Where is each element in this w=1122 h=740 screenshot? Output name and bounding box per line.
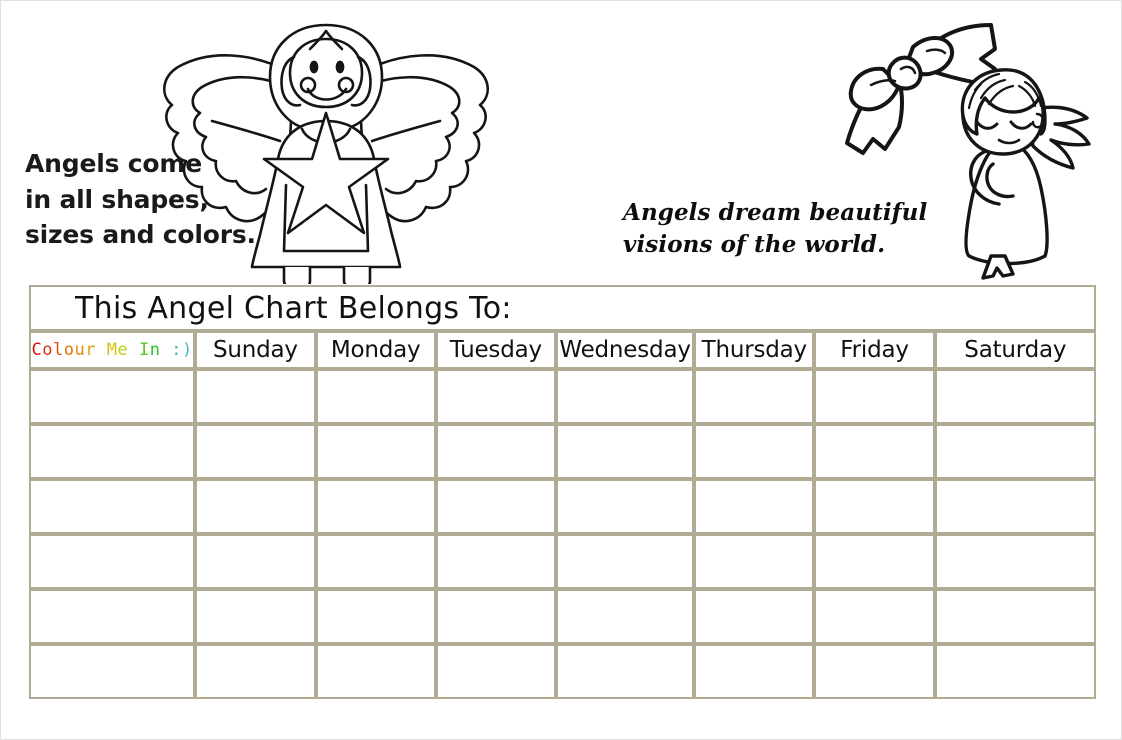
day-cell[interactable] [195, 589, 316, 644]
day-cell[interactable] [934, 644, 1096, 699]
colour-me-in-letter-8: e [117, 340, 129, 360]
activity-cell[interactable] [29, 534, 196, 589]
day-cell[interactable] [694, 424, 815, 479]
day-cell[interactable] [195, 644, 316, 699]
colour-me-in-letter-13: : [171, 340, 183, 360]
day-cell[interactable] [694, 589, 815, 644]
day-cell[interactable] [435, 589, 556, 644]
activity-cell[interactable] [29, 644, 196, 699]
chart-title: This Angel Chart Belongs To: [29, 285, 1096, 331]
day-cell[interactable] [555, 424, 695, 479]
day-cell[interactable] [315, 479, 436, 534]
day-header-friday: Friday [814, 331, 935, 369]
table-row [29, 644, 1096, 699]
table-row [29, 369, 1096, 424]
day-header-wednesday: Wednesday [555, 331, 695, 369]
chart-header-row: Colour Me In :) Sunday Monday Tuesday We… [29, 331, 1096, 369]
day-cell[interactable] [694, 644, 815, 699]
day-cell[interactable] [934, 479, 1096, 534]
day-cell[interactable] [814, 424, 935, 479]
day-cell[interactable] [934, 369, 1096, 424]
day-cell[interactable] [555, 589, 695, 644]
activity-cell[interactable] [29, 369, 196, 424]
day-cell[interactable] [934, 589, 1096, 644]
day-header-monday: Monday [315, 331, 436, 369]
day-cell[interactable] [315, 369, 436, 424]
colour-me-in-letter-2: l [53, 340, 64, 360]
activity-cell[interactable] [29, 424, 196, 479]
colour-me-in-letter-11: n [149, 340, 161, 360]
colour-me-in-letter-12 [161, 340, 172, 360]
colour-me-in-letter-9 [128, 340, 139, 360]
day-cell[interactable] [814, 644, 935, 699]
day-cell[interactable] [435, 369, 556, 424]
day-cell[interactable] [555, 534, 695, 589]
day-cell[interactable] [555, 644, 695, 699]
chart-container: This Angel Chart Belongs To: Colour Me I… [29, 285, 1096, 699]
table-row [29, 424, 1096, 479]
day-cell[interactable] [814, 479, 935, 534]
day-cell[interactable] [195, 424, 316, 479]
colour-me-in-letter-7: M [106, 340, 118, 360]
day-cell[interactable] [934, 534, 1096, 589]
day-header-thursday: Thursday [694, 331, 815, 369]
day-cell[interactable] [814, 534, 935, 589]
chart-title-row: This Angel Chart Belongs To: [29, 285, 1096, 331]
day-cell[interactable] [315, 589, 436, 644]
chart-entry-rows [29, 369, 1096, 699]
day-cell[interactable] [694, 479, 815, 534]
table-row [29, 534, 1096, 589]
colour-me-in-letter-4: u [74, 340, 86, 360]
day-cell[interactable] [195, 369, 316, 424]
activity-cell[interactable] [29, 479, 196, 534]
day-cell[interactable] [435, 424, 556, 479]
day-cell[interactable] [555, 479, 695, 534]
day-cell[interactable] [195, 534, 316, 589]
angel-chart-page: Angels come in all shapes, sizes and col… [0, 0, 1122, 740]
day-cell[interactable] [315, 534, 436, 589]
colour-me-in-letter-5: r [85, 340, 97, 360]
day-cell[interactable] [694, 534, 815, 589]
activity-cell[interactable] [29, 589, 196, 644]
day-cell[interactable] [934, 424, 1096, 479]
day-cell[interactable] [694, 369, 815, 424]
day-cell[interactable] [555, 369, 695, 424]
day-header-saturday: Saturday [934, 331, 1096, 369]
colour-me-in-letter-14: ) [182, 340, 193, 360]
day-cell[interactable] [435, 479, 556, 534]
colour-me-in-letter-1: o [42, 340, 54, 360]
day-header-tuesday: Tuesday [435, 331, 556, 369]
quote-right: Angels dream beautiful visions of the wo… [623, 199, 928, 258]
chart-table-body: This Angel Chart Belongs To: Colour Me I… [29, 285, 1096, 369]
colour-me-in-letter-3: o [63, 340, 75, 360]
quote-left: Angels come in all shapes, sizes and col… [25, 149, 256, 249]
day-header-sunday: Sunday [195, 331, 316, 369]
colour-me-in-letter-10: I [139, 340, 150, 360]
day-cell[interactable] [435, 534, 556, 589]
day-cell[interactable] [195, 479, 316, 534]
artwork-band: Angels come in all shapes, sizes and col… [1, 1, 1121, 286]
colour-me-in-letter-0: C [31, 340, 43, 360]
colour-me-in-header: Colour Me In :) [29, 331, 196, 369]
day-cell[interactable] [315, 424, 436, 479]
day-cell[interactable] [814, 369, 935, 424]
angel-chart-table: This Angel Chart Belongs To: Colour Me I… [29, 285, 1096, 699]
day-cell[interactable] [315, 644, 436, 699]
colour-me-in-letter-6 [96, 340, 107, 360]
table-row [29, 479, 1096, 534]
table-row [29, 589, 1096, 644]
day-cell[interactable] [814, 589, 935, 644]
day-cell[interactable] [435, 644, 556, 699]
